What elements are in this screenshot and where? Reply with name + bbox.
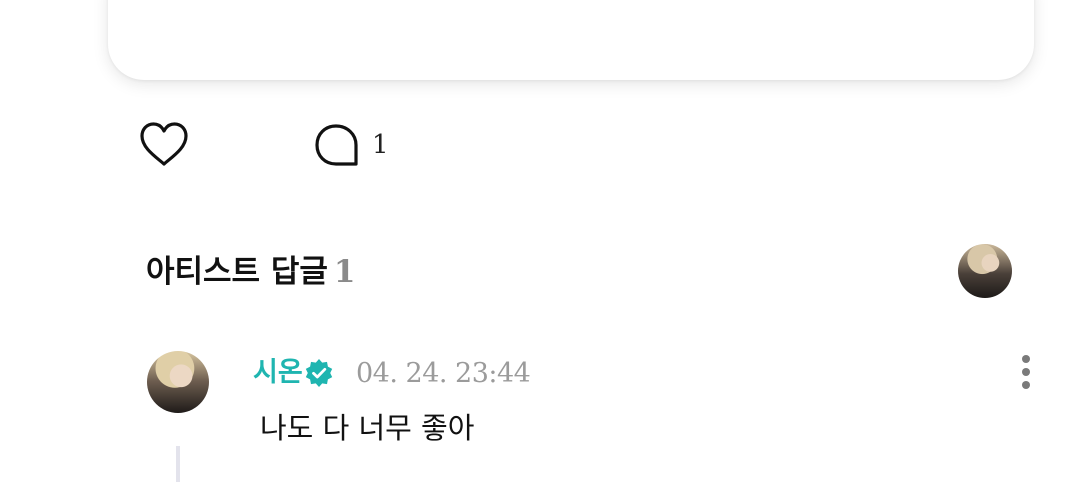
reply-author-name[interactable]: 시온: [253, 354, 303, 392]
more-vertical-icon[interactable]: [1014, 354, 1038, 390]
reply-thread-line: [176, 446, 180, 482]
post-text: 아니 팝팝 수록곡들 다 너무 좋은데,,, 어쩌지,,,,: [256, 0, 810, 8]
artist-replies-heading: 아티스트 답글 1: [146, 250, 356, 294]
artist-avatar[interactable]: [958, 244, 1012, 298]
verified-badge-icon: [305, 359, 333, 387]
post-card: 아니 팝팝 수록곡들 다 너무 좋은데,,, 어쩌지,,,,: [108, 0, 1034, 80]
like-button[interactable]: [138, 120, 190, 170]
artist-replies-title: 아티스트 답글: [146, 254, 328, 290]
artist-replies-count: 1: [333, 254, 356, 290]
reply-timestamp: 04. 24. 23:44: [356, 358, 531, 389]
reply-author-avatar[interactable]: [147, 351, 209, 413]
comment-button[interactable]: [314, 122, 360, 168]
comment-count: 1: [372, 130, 389, 160]
comment-icon: [315, 124, 358, 166]
heart-icon: [140, 122, 188, 166]
reply-text: 나도 다 너무 좋아: [260, 411, 475, 445]
